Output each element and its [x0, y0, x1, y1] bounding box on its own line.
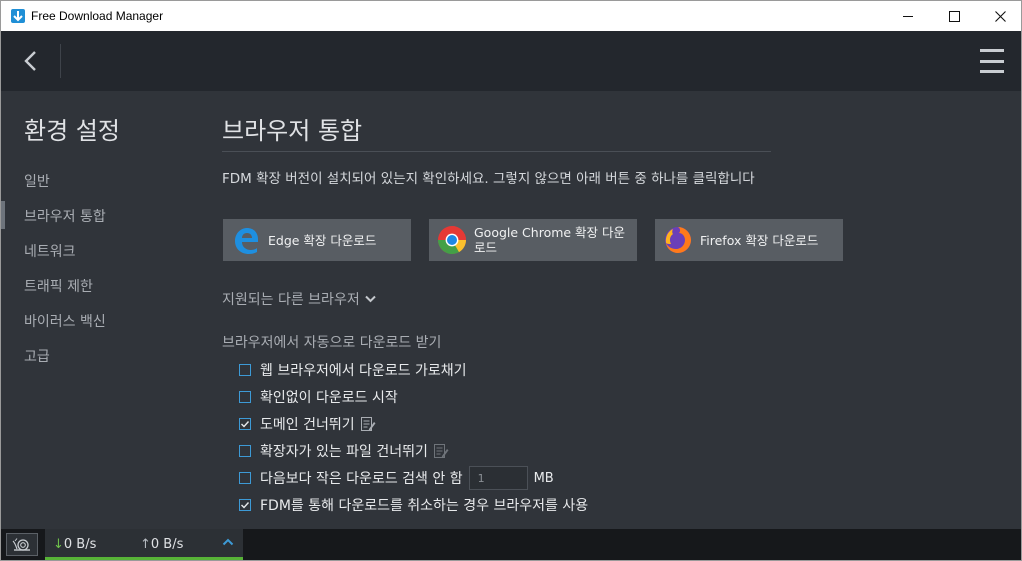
firefox-extension-button[interactable]: Firefox 확장 다운로드: [655, 219, 843, 261]
firefox-logo-icon: [665, 227, 691, 253]
section-divider: [222, 151, 771, 152]
checkbox-skip-domains[interactable]: [239, 418, 251, 430]
chrome-extension-label: Google Chrome 확장 다운로드: [474, 225, 626, 255]
back-button[interactable]: [15, 45, 47, 77]
option-min-size[interactable]: 다음보다 작은 다운로드 검색 안 함 1 MB: [239, 466, 554, 490]
option-skip-extensions[interactable]: 확장자가 있는 파일 건너뛰기: [239, 441, 449, 461]
auto-download-heading: 브라우저에서 자동으로 다운로드 받기: [222, 335, 442, 351]
download-arrow-icon: ↓: [53, 537, 64, 552]
sidebar-active-indicator: [1, 201, 5, 229]
minimize-icon: [902, 15, 913, 17]
option-use-browser-on-cancel[interactable]: FDM를 통해 다운로드를 취소하는 경우 브라우저를 사용: [239, 495, 588, 515]
min-size-unit: MB: [533, 470, 554, 486]
option-label: 웹 브라우저에서 다운로드 가로채기: [260, 363, 467, 379]
other-browsers-label: 지원되는 다른 브라우저: [222, 292, 360, 308]
upload-speed: ↑0 B/s: [140, 537, 183, 552]
close-button[interactable]: [977, 1, 1022, 31]
hamburger-line: [980, 59, 1004, 63]
extension-info-text: FDM 확장 버전이 설치되어 있는지 확인하세요. 그렇지 않으면 아래 버튼…: [222, 171, 755, 187]
checkbox-min-size[interactable]: [239, 472, 251, 484]
speed-panel[interactable]: ↓0 B/s ↑0 B/s: [45, 529, 243, 560]
main-menu-button[interactable]: [977, 47, 1007, 75]
snail-icon: [12, 537, 30, 551]
fdm-app-icon: [11, 9, 25, 23]
maximize-icon: [948, 10, 960, 22]
option-label: 다음보다 작은 다운로드 검색 안 함: [260, 471, 463, 487]
status-bar: ↓0 B/s ↑0 B/s: [0, 529, 1022, 561]
edit-list-icon[interactable]: [360, 416, 376, 432]
hamburger-menu-icon: [980, 49, 1004, 52]
upload-arrow-icon: ↑: [140, 537, 151, 552]
sidebar-item-traffic-limits[interactable]: 트래픽 제한: [24, 276, 93, 296]
sidebar-item-advanced[interactable]: 고급: [24, 346, 50, 366]
sidebar-title: 환경 설정: [24, 117, 120, 145]
toolbar-divider: [60, 44, 61, 78]
min-size-input[interactable]: 1: [468, 466, 528, 490]
snail-mode-button[interactable]: [6, 533, 38, 556]
checkbox-use-browser-on-cancel[interactable]: [239, 499, 251, 511]
chevron-left-icon: [24, 51, 36, 71]
settings-page: 환경 설정 일반 브라우저 통합 네트워크 트래픽 제한 바이러스 백신 고급 …: [0, 91, 1022, 529]
sidebar-item-network[interactable]: 네트워크: [24, 241, 76, 261]
option-label: 도메인 건너뛰기: [260, 417, 355, 433]
chevron-down-icon: [364, 295, 376, 303]
chrome-extension-button[interactable]: Google Chrome 확장 다운로드: [429, 219, 637, 261]
firefox-extension-label: Firefox 확장 다운로드: [700, 232, 819, 248]
download-speed: ↓0 B/s: [53, 537, 96, 552]
upload-speed-value: 0 B/s: [150, 537, 184, 552]
chevron-up-icon[interactable]: [222, 536, 234, 548]
edge-extension-label: Edge 확장 다운로드: [268, 232, 377, 248]
checkmark-icon: [241, 502, 250, 509]
edit-list-icon[interactable]: [433, 443, 449, 459]
window-title: Free Download Manager: [31, 9, 164, 23]
option-skip-domains[interactable]: 도메인 건너뛰기: [239, 414, 376, 434]
minimize-button[interactable]: [885, 1, 931, 31]
checkbox-start-without-confirmation[interactable]: [239, 391, 251, 403]
window-titlebar: Free Download Manager: [0, 0, 1022, 31]
sidebar-item-antivirus[interactable]: 바이러스 백신: [24, 311, 106, 331]
edge-logo-icon: [235, 228, 258, 254]
option-start-without-confirmation[interactable]: 확인없이 다운로드 시작: [239, 387, 398, 407]
option-label: 확장자가 있는 파일 건너뛰기: [260, 444, 428, 460]
checkmark-icon: [241, 421, 250, 428]
option-label: FDM를 통해 다운로드를 취소하는 경우 브라우저를 사용: [260, 498, 589, 514]
option-intercept-downloads[interactable]: 웹 브라우저에서 다운로드 가로채기: [239, 360, 467, 380]
toolbar: [0, 31, 1022, 91]
other-browsers-toggle[interactable]: 지원되는 다른 브라우저: [222, 289, 376, 309]
sidebar-item-browser-integration[interactable]: 브라우저 통합: [24, 206, 106, 226]
option-label: 확인없이 다운로드 시작: [260, 390, 398, 406]
hamburger-line: [980, 70, 1004, 73]
close-icon: [994, 10, 1006, 22]
download-speed-value: 0 B/s: [63, 537, 97, 552]
chrome-logo-icon: [438, 226, 466, 254]
edge-extension-button[interactable]: Edge 확장 다운로드: [223, 219, 411, 261]
sidebar-item-general[interactable]: 일반: [24, 171, 50, 191]
maximize-button[interactable]: [931, 1, 977, 31]
checkbox-skip-extensions[interactable]: [239, 445, 251, 457]
checkbox-intercept-downloads[interactable]: [239, 364, 251, 376]
section-title: 브라우저 통합: [222, 117, 363, 145]
